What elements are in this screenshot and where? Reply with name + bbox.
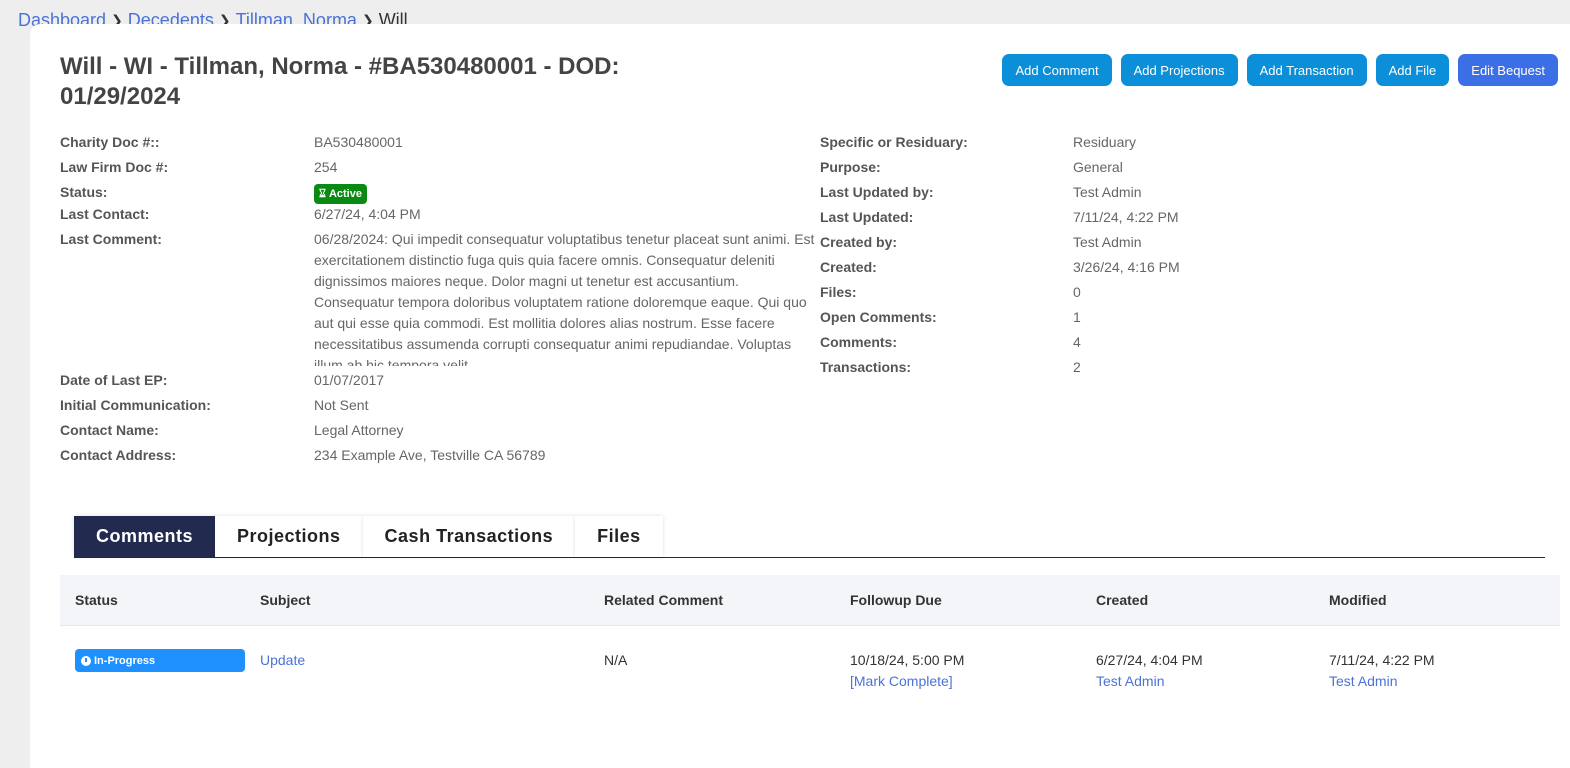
- created-by-user-link[interactable]: Test Admin: [1096, 673, 1164, 689]
- law-firm-doc-label: Law Firm Doc #:: [60, 159, 169, 175]
- last-updated-by-label: Last Updated by:: [820, 184, 934, 200]
- transactions-value: 2: [1073, 359, 1081, 375]
- open-comments-value: 1: [1073, 309, 1081, 325]
- details-left: Charity Doc #:: BA530480001 Law Firm Doc …: [60, 132, 820, 470]
- last-updated-value: 7/11/24, 4:22 PM: [1073, 209, 1179, 225]
- created-label: Created:: [820, 259, 877, 275]
- column-header-created[interactable]: Created: [1096, 592, 1329, 608]
- column-header-status[interactable]: Status: [60, 592, 260, 608]
- files-value: 0: [1073, 284, 1081, 300]
- action-toolbar: Add Comment Add Projections Add Transact…: [1002, 54, 1558, 86]
- last-updated-label: Last Updated:: [820, 209, 914, 225]
- files-label: Files:: [820, 284, 857, 300]
- status-badge: ⌛︎ Active: [314, 184, 367, 204]
- comments-value: 4: [1073, 334, 1081, 350]
- spinner-icon: ⌛︎: [319, 188, 326, 200]
- transactions-label: Transactions:: [820, 359, 912, 375]
- table-header: Status Subject Related Comment Followup …: [60, 575, 1560, 626]
- table-body: In-Progress Update N/A 10/18/24, 5:00 PM…: [60, 626, 1560, 692]
- purpose-value: General: [1073, 159, 1123, 175]
- law-firm-doc-value: 254: [314, 159, 338, 175]
- purpose-label: Purpose:: [820, 159, 881, 175]
- column-header-followup-due[interactable]: Followup Due: [850, 592, 1096, 608]
- created-value: 3/26/24, 4:16 PM: [1073, 259, 1180, 275]
- clock-icon: [81, 655, 91, 666]
- open-comments-label: Open Comments:: [820, 309, 937, 325]
- column-header-modified[interactable]: Modified: [1329, 592, 1560, 608]
- date-last-ep-label: Date of Last EP:: [60, 372, 168, 388]
- column-header-subject[interactable]: Subject: [260, 592, 604, 608]
- followup-due-value: 10/18/24, 5:00 PM: [850, 652, 965, 668]
- edit-bequest-button[interactable]: Edit Bequest: [1458, 54, 1558, 86]
- column-header-related-comment[interactable]: Related Comment: [604, 592, 850, 608]
- add-projections-button[interactable]: Add Projections: [1120, 54, 1238, 86]
- add-transaction-button[interactable]: Add Transaction: [1246, 54, 1367, 86]
- specific-residuary-value: Residuary: [1073, 134, 1137, 150]
- details-right: Specific or Residuary: Residuary Purpose:…: [820, 132, 1320, 382]
- comments-label: Comments:: [820, 334, 898, 350]
- initial-communication-label: Initial Communication:: [60, 397, 211, 413]
- page-title: Will - WI - Tillman, Norma - #BA53048000…: [60, 53, 620, 110]
- contact-address-value: 234 Example Ave, Testville CA 56789: [314, 447, 546, 463]
- charity-doc-value: BA530480001: [314, 134, 403, 150]
- bequest-card: Will - WI - Tillman, Norma - #BA53048000…: [30, 24, 1570, 768]
- status-label: Status:: [60, 184, 108, 200]
- date-last-ep-value: 01/07/2017: [314, 372, 385, 388]
- contact-address-label: Contact Address:: [60, 447, 177, 463]
- specific-residuary-label: Specific or Residuary:: [820, 134, 968, 150]
- subject-link[interactable]: Update: [260, 652, 305, 668]
- status-badge-in-progress: In-Progress: [75, 649, 245, 672]
- charity-doc-label: Charity Doc #::: [60, 134, 160, 150]
- last-updated-by-link[interactable]: Test Admin: [1073, 182, 1320, 203]
- tab-projections[interactable]: Projections: [215, 516, 363, 557]
- add-file-button[interactable]: Add File: [1375, 54, 1450, 86]
- tab-cash-transactions[interactable]: Cash Transactions: [362, 516, 576, 557]
- last-contact-value: 6/27/24, 4:04 PM: [314, 206, 421, 222]
- created-date-value: 6/27/24, 4:04 PM: [1096, 652, 1203, 668]
- created-by-link[interactable]: Test Admin: [1073, 232, 1320, 253]
- contact-name-label: Contact Name:: [60, 422, 159, 438]
- modified-by-user-link[interactable]: Test Admin: [1329, 673, 1397, 689]
- related-comment-value: N/A: [604, 652, 628, 668]
- tab-bar: Comments Projections Cash Transactions F…: [74, 516, 1545, 558]
- created-by-label: Created by:: [820, 234, 898, 250]
- modified-date-value: 7/11/24, 4:22 PM: [1329, 652, 1435, 668]
- tab-files[interactable]: Files: [575, 516, 663, 557]
- tab-comments[interactable]: Comments: [74, 516, 216, 557]
- mark-complete-link[interactable]: [Mark Complete]: [850, 673, 953, 689]
- add-comment-button[interactable]: Add Comment: [1002, 54, 1112, 86]
- last-comment-value: 06/28/2024: Qui impedit consequatur volu…: [314, 231, 815, 366]
- last-contact-label: Last Contact:: [60, 206, 150, 222]
- comments-table: Status Subject Related Comment Followup …: [60, 575, 1560, 692]
- initial-communication-value: Not Sent: [314, 397, 369, 413]
- contact-name-value: Legal Attorney: [314, 422, 404, 438]
- table-row: In-Progress Update N/A 10/18/24, 5:00 PM…: [60, 626, 1560, 692]
- last-comment-label: Last Comment:: [60, 231, 162, 247]
